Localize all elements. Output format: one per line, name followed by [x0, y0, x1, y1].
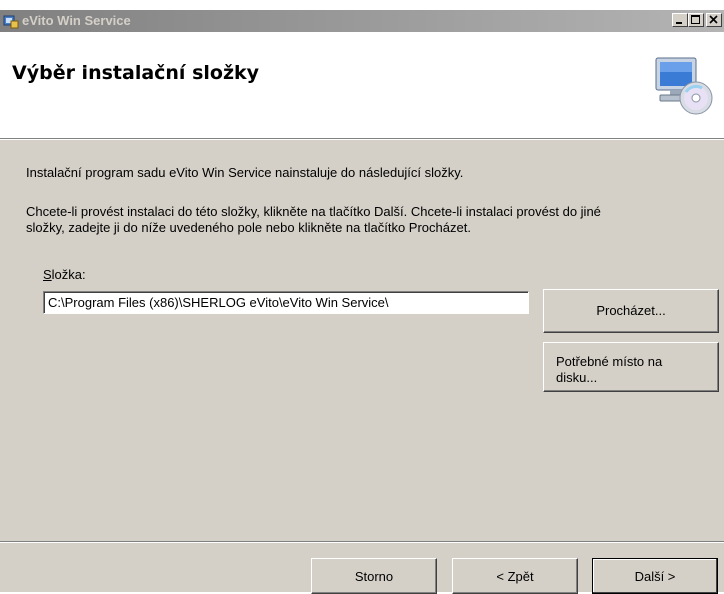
disk-space-button[interactable]: Potřebné místo na disku... — [543, 342, 719, 392]
window-title: eVito Win Service — [22, 13, 131, 28]
title-bar[interactable]: eVito Win Service — [0, 10, 724, 32]
browse-button[interactable]: Procházet... — [543, 289, 719, 333]
cancel-button[interactable]: Storno — [311, 558, 437, 594]
instructions-text-line1: Chcete-li provést instalaci do této slož… — [26, 204, 601, 219]
close-icon — [709, 15, 718, 24]
browse-button-label: Procházet... — [596, 303, 666, 318]
folder-label: Složka: — [43, 267, 86, 282]
installer-window: eVito Win Service Výběr instalační složk… — [0, 10, 724, 594]
instructions-text-line2: složky, zadejte ji do níže uvedeného pol… — [26, 220, 471, 235]
computer-cd-icon — [655, 57, 713, 115]
minimize-button[interactable] — [672, 13, 688, 27]
intro-text: Instalační program sadu eVito Win Servic… — [26, 165, 464, 180]
folder-path-input[interactable] — [43, 291, 529, 314]
wizard-header: Výběr instalační složky — [0, 32, 724, 139]
folder-label-text: ložka: — [51, 267, 86, 282]
installer-app-icon — [3, 15, 19, 29]
folder-label-accelerator: S — [43, 267, 52, 282]
page-title: Výběr instalační složky — [12, 62, 260, 84]
footer-divider-highlight — [0, 542, 724, 543]
header-divider — [0, 139, 724, 140]
disk-space-label-line2: disku... — [556, 370, 598, 385]
maximize-icon — [691, 15, 700, 24]
minimize-icon — [676, 22, 682, 24]
next-button[interactable]: Další > — [592, 558, 718, 594]
disk-space-label-line1: Potřebné místo na — [556, 354, 663, 369]
maximize-button[interactable] — [688, 13, 704, 27]
close-button[interactable] — [706, 13, 722, 27]
back-button[interactable]: < Zpět — [452, 558, 578, 594]
